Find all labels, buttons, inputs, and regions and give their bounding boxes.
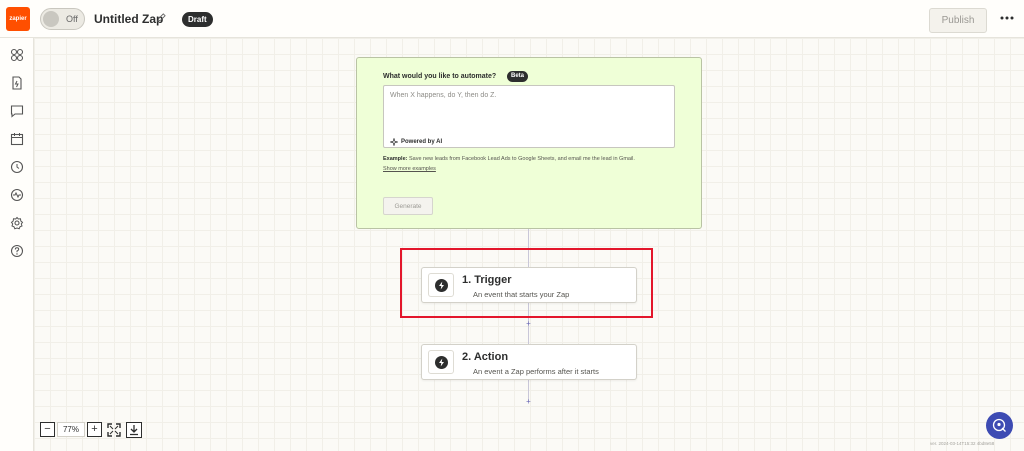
toggle-label: Off [66, 14, 78, 24]
download-icon[interactable] [126, 422, 142, 438]
trigger-highlight-box [400, 248, 653, 318]
show-more-examples-link[interactable]: Show more examples [383, 166, 436, 172]
step-title: 2. Action [462, 351, 509, 363]
toggle-knob [43, 11, 59, 27]
ai-builder-heading: What would you like to automate? [383, 73, 497, 80]
example-label: Example: [383, 156, 408, 162]
ai-builder-card: What would you like to automate? Beta Wh… [356, 57, 702, 229]
more-options-icon[interactable] [999, 13, 1015, 23]
zoom-in-button[interactable]: + [87, 422, 102, 437]
version-label: ver. 2024-03-14T15:32 4bd8e58 [930, 441, 995, 446]
prompt-placeholder: When X happens, do Y, then do Z. [390, 92, 497, 99]
help-icon[interactable] [10, 244, 24, 258]
activity-icon[interactable] [10, 188, 24, 202]
generate-button[interactable]: Generate [383, 197, 433, 215]
top-bar: zapier Off Untitled Zap Draft Publish [0, 0, 1024, 38]
add-step-plus-icon[interactable]: + [524, 397, 533, 406]
pencil-icon[interactable] [157, 13, 166, 22]
zap-file-icon[interactable] [10, 76, 24, 90]
step-subtitle: An event a Zap performs after it starts [473, 367, 599, 376]
beta-badge: Beta [507, 71, 529, 82]
example-text: Example: Save new leads from Facebook Le… [383, 156, 683, 162]
example-body: Save new leads from Facebook Lead Ads to… [407, 156, 635, 162]
zapier-logo[interactable]: zapier [6, 7, 30, 31]
sparkle-icon [390, 138, 398, 146]
apps-icon[interactable] [10, 48, 24, 62]
action-icon-box [428, 350, 454, 374]
action-step-card[interactable]: 2. Action An event a Zap performs after … [421, 344, 637, 380]
add-step-plus-icon[interactable]: + [524, 319, 533, 328]
comment-icon[interactable] [10, 104, 24, 118]
support-chat-icon [992, 418, 1006, 432]
settings-icon[interactable] [10, 216, 24, 230]
fit-to-screen-icon[interactable] [106, 422, 122, 438]
zoom-level-display: 77% [57, 422, 85, 437]
lightning-bolt-icon [435, 356, 448, 369]
zap-on-off-toggle[interactable]: Off [40, 8, 85, 30]
powered-by-ai-label: Powered by AI [401, 139, 443, 145]
history-icon[interactable] [10, 160, 24, 174]
calendar-icon[interactable] [10, 132, 24, 146]
support-chat-button[interactable] [986, 412, 1013, 439]
publish-button[interactable]: Publish [929, 8, 987, 33]
automation-prompt-input[interactable]: When X happens, do Y, then do Z. Powered… [383, 85, 675, 148]
status-badge: Draft [182, 12, 213, 27]
zoom-out-button[interactable]: − [40, 422, 55, 437]
left-sidebar [0, 38, 34, 451]
zap-title[interactable]: Untitled Zap [94, 12, 163, 26]
